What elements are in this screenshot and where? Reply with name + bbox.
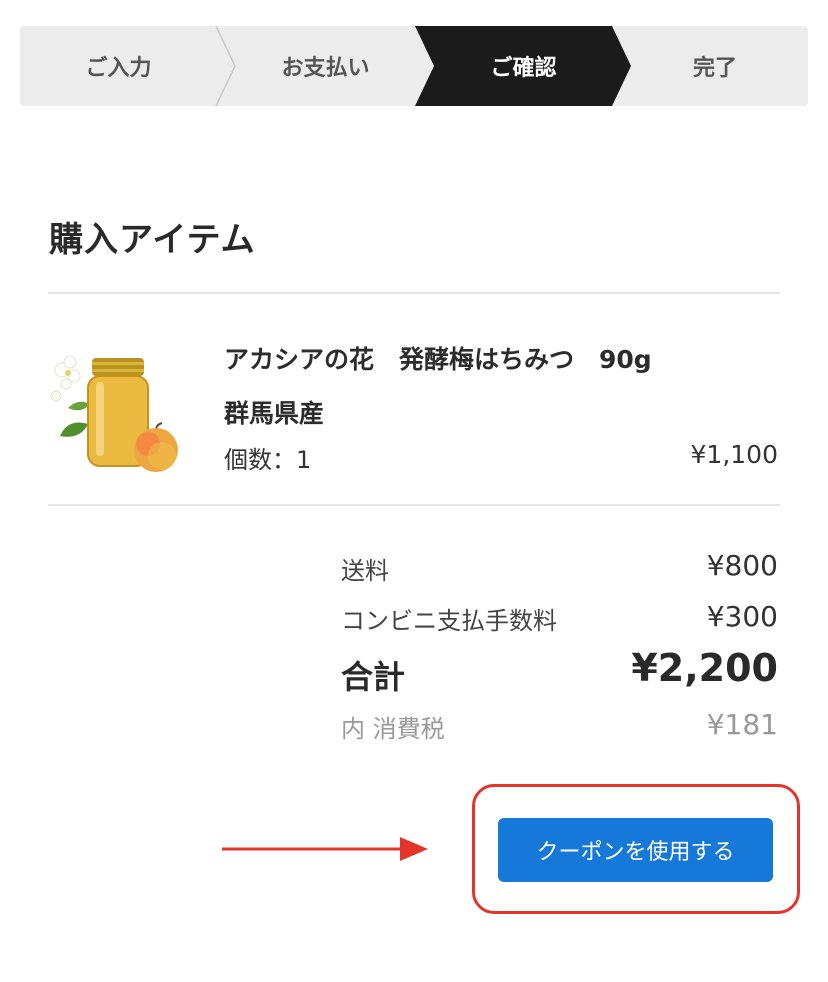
tax-value: ¥181: [706, 708, 778, 741]
product-name-line2: 群馬県産: [224, 399, 325, 428]
shipping-label: 送料: [341, 557, 389, 585]
shipping-value: ¥800: [706, 549, 778, 582]
checkout-stepper: ご入力 お支払い ご確認 完了: [20, 26, 808, 106]
product-price: ¥1,100: [690, 440, 778, 469]
honey-jar-icon: [48, 348, 184, 478]
arrow-right-icon: [222, 837, 428, 861]
tax-label: 内 消費税: [341, 715, 445, 743]
step-payment: お支払い: [281, 56, 370, 81]
use-coupon-button[interactable]: クーポンを使用する: [498, 818, 773, 882]
checkout-confirm-page: ご入力 お支払い ご確認 完了 購入アイテム アカシアの花 発酵梅はちみつ 90…: [0, 0, 828, 982]
divider: [48, 292, 780, 294]
page-title: 購入アイテム: [49, 220, 256, 260]
fee-value: ¥300: [706, 600, 778, 633]
total-value: ¥2,200: [631, 646, 778, 690]
product-name-line1: アカシアの花 発酵梅はちみつ 90g: [224, 345, 652, 374]
step-confirm: ご確認: [490, 56, 557, 81]
divider: [48, 504, 780, 506]
fee-label: コンビニ支払手数料: [341, 607, 557, 635]
product-name: アカシアの花 発酵梅はちみつ 90g 群馬県産: [224, 333, 764, 441]
product-quantity: 個数：1: [224, 446, 312, 474]
step-input: ご入力: [85, 56, 152, 81]
total-label: 合計: [341, 658, 406, 696]
step-complete: 完了: [692, 56, 737, 81]
